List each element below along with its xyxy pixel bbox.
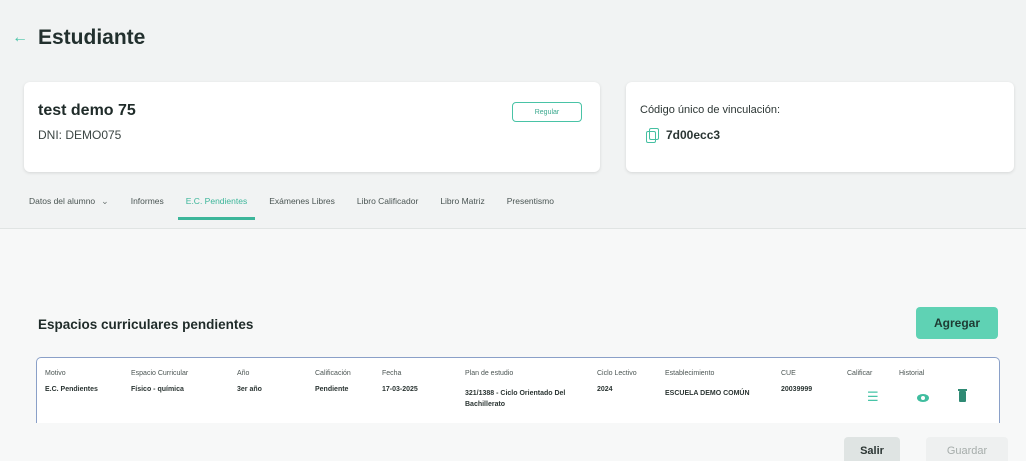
tab-libro-matriz[interactable]: Libro Matriz — [440, 196, 484, 220]
save-button[interactable]: Guardar — [926, 437, 1008, 461]
student-card: test demo 75 DNI: DEMO075 Regular — [24, 82, 600, 172]
student-name: test demo 75 — [38, 102, 136, 119]
cell-plan: 321/1388 - Ciclo Orientado Del Bachiller… — [465, 390, 566, 408]
link-code-card: Código único de vinculación: 7d00ecc3 — [626, 82, 1014, 172]
page-title: Estudiante — [38, 26, 146, 49]
header-espacio: Espacio Curricular — [131, 370, 189, 377]
header-establecimiento: Establecimiento — [665, 370, 715, 377]
exit-button[interactable]: Salir — [844, 437, 900, 461]
tab-label: E.C. Pendientes — [185, 196, 248, 206]
cell-establecimiento: ESCUELA DEMO COMÚN — [665, 390, 750, 397]
link-code-row[interactable]: 7d00ecc3 — [646, 128, 721, 143]
header-anio: Año — [237, 370, 250, 377]
link-code-label: Código único de vinculación: — [640, 104, 781, 116]
cell-ciclo: 2024 — [597, 386, 613, 393]
tabs-bar: Datos del alumno ⌄ Informes E.C. Pendient… — [29, 196, 576, 228]
header-fecha: Fecha — [382, 370, 402, 377]
cell-cue: 20039999 — [781, 386, 813, 393]
back-arrow-icon[interactable]: ← — [12, 30, 28, 46]
header-historial: Historial — [899, 370, 925, 377]
link-code-value: 7d00ecc3 — [666, 128, 721, 142]
cell-motivo: E.C. Pendientes — [45, 386, 98, 393]
cell-fecha: 17-03-2025 — [382, 386, 418, 393]
tab-presentismo[interactable]: Presentismo — [507, 196, 554, 220]
pending-table: Motivo Espacio Curricular Año Calificaci… — [36, 357, 1000, 423]
tab-label: Libro Matriz — [440, 196, 485, 206]
header-motivo: Motivo — [45, 370, 66, 377]
tab-label: Datos del alumno — [29, 196, 96, 206]
tab-examenes-libres[interactable]: Exámenes Libres — [269, 196, 335, 220]
copy-icon[interactable] — [646, 128, 659, 143]
cell-anio: 3er año — [237, 386, 262, 393]
page-header: ← Estudiante — [12, 26, 145, 50]
tab-datos-alumno[interactable]: Datos del alumno ⌄ — [29, 196, 109, 221]
tab-libro-calificador[interactable]: Libro Calificador — [357, 196, 418, 220]
list-icon[interactable]: ☰ — [867, 390, 879, 403]
tab-label: Libro Calificador — [356, 196, 419, 206]
header-calificar: Calificar — [847, 370, 873, 377]
tabs-divider — [0, 228, 1026, 229]
eye-icon[interactable] — [917, 394, 929, 402]
cell-calificacion: Pendiente — [315, 386, 349, 393]
chevron-down-icon: ⌄ — [101, 196, 109, 206]
student-dni: DNI: DEMO075 — [38, 128, 122, 142]
header-ciclo: Ciclo Lectivo — [597, 370, 637, 377]
tab-label: Presentismo — [506, 196, 554, 206]
add-button[interactable]: Agregar — [916, 307, 998, 339]
cell-espacio: Físico - química — [131, 386, 184, 393]
tab-label: Exámenes Libres — [269, 196, 335, 206]
tab-label: Informes — [130, 196, 164, 206]
section-title: Espacios curriculares pendientes — [38, 317, 254, 332]
header-cue: CUE — [781, 370, 796, 377]
tab-ec-pendientes[interactable]: E.C. Pendientes — [177, 196, 256, 220]
trash-icon[interactable] — [958, 389, 967, 402]
status-badge: Regular — [512, 102, 582, 122]
tab-informes[interactable]: Informes — [131, 196, 164, 220]
header-calificacion: Calificación — [315, 370, 351, 377]
header-plan: Plan de estudio — [465, 370, 514, 377]
